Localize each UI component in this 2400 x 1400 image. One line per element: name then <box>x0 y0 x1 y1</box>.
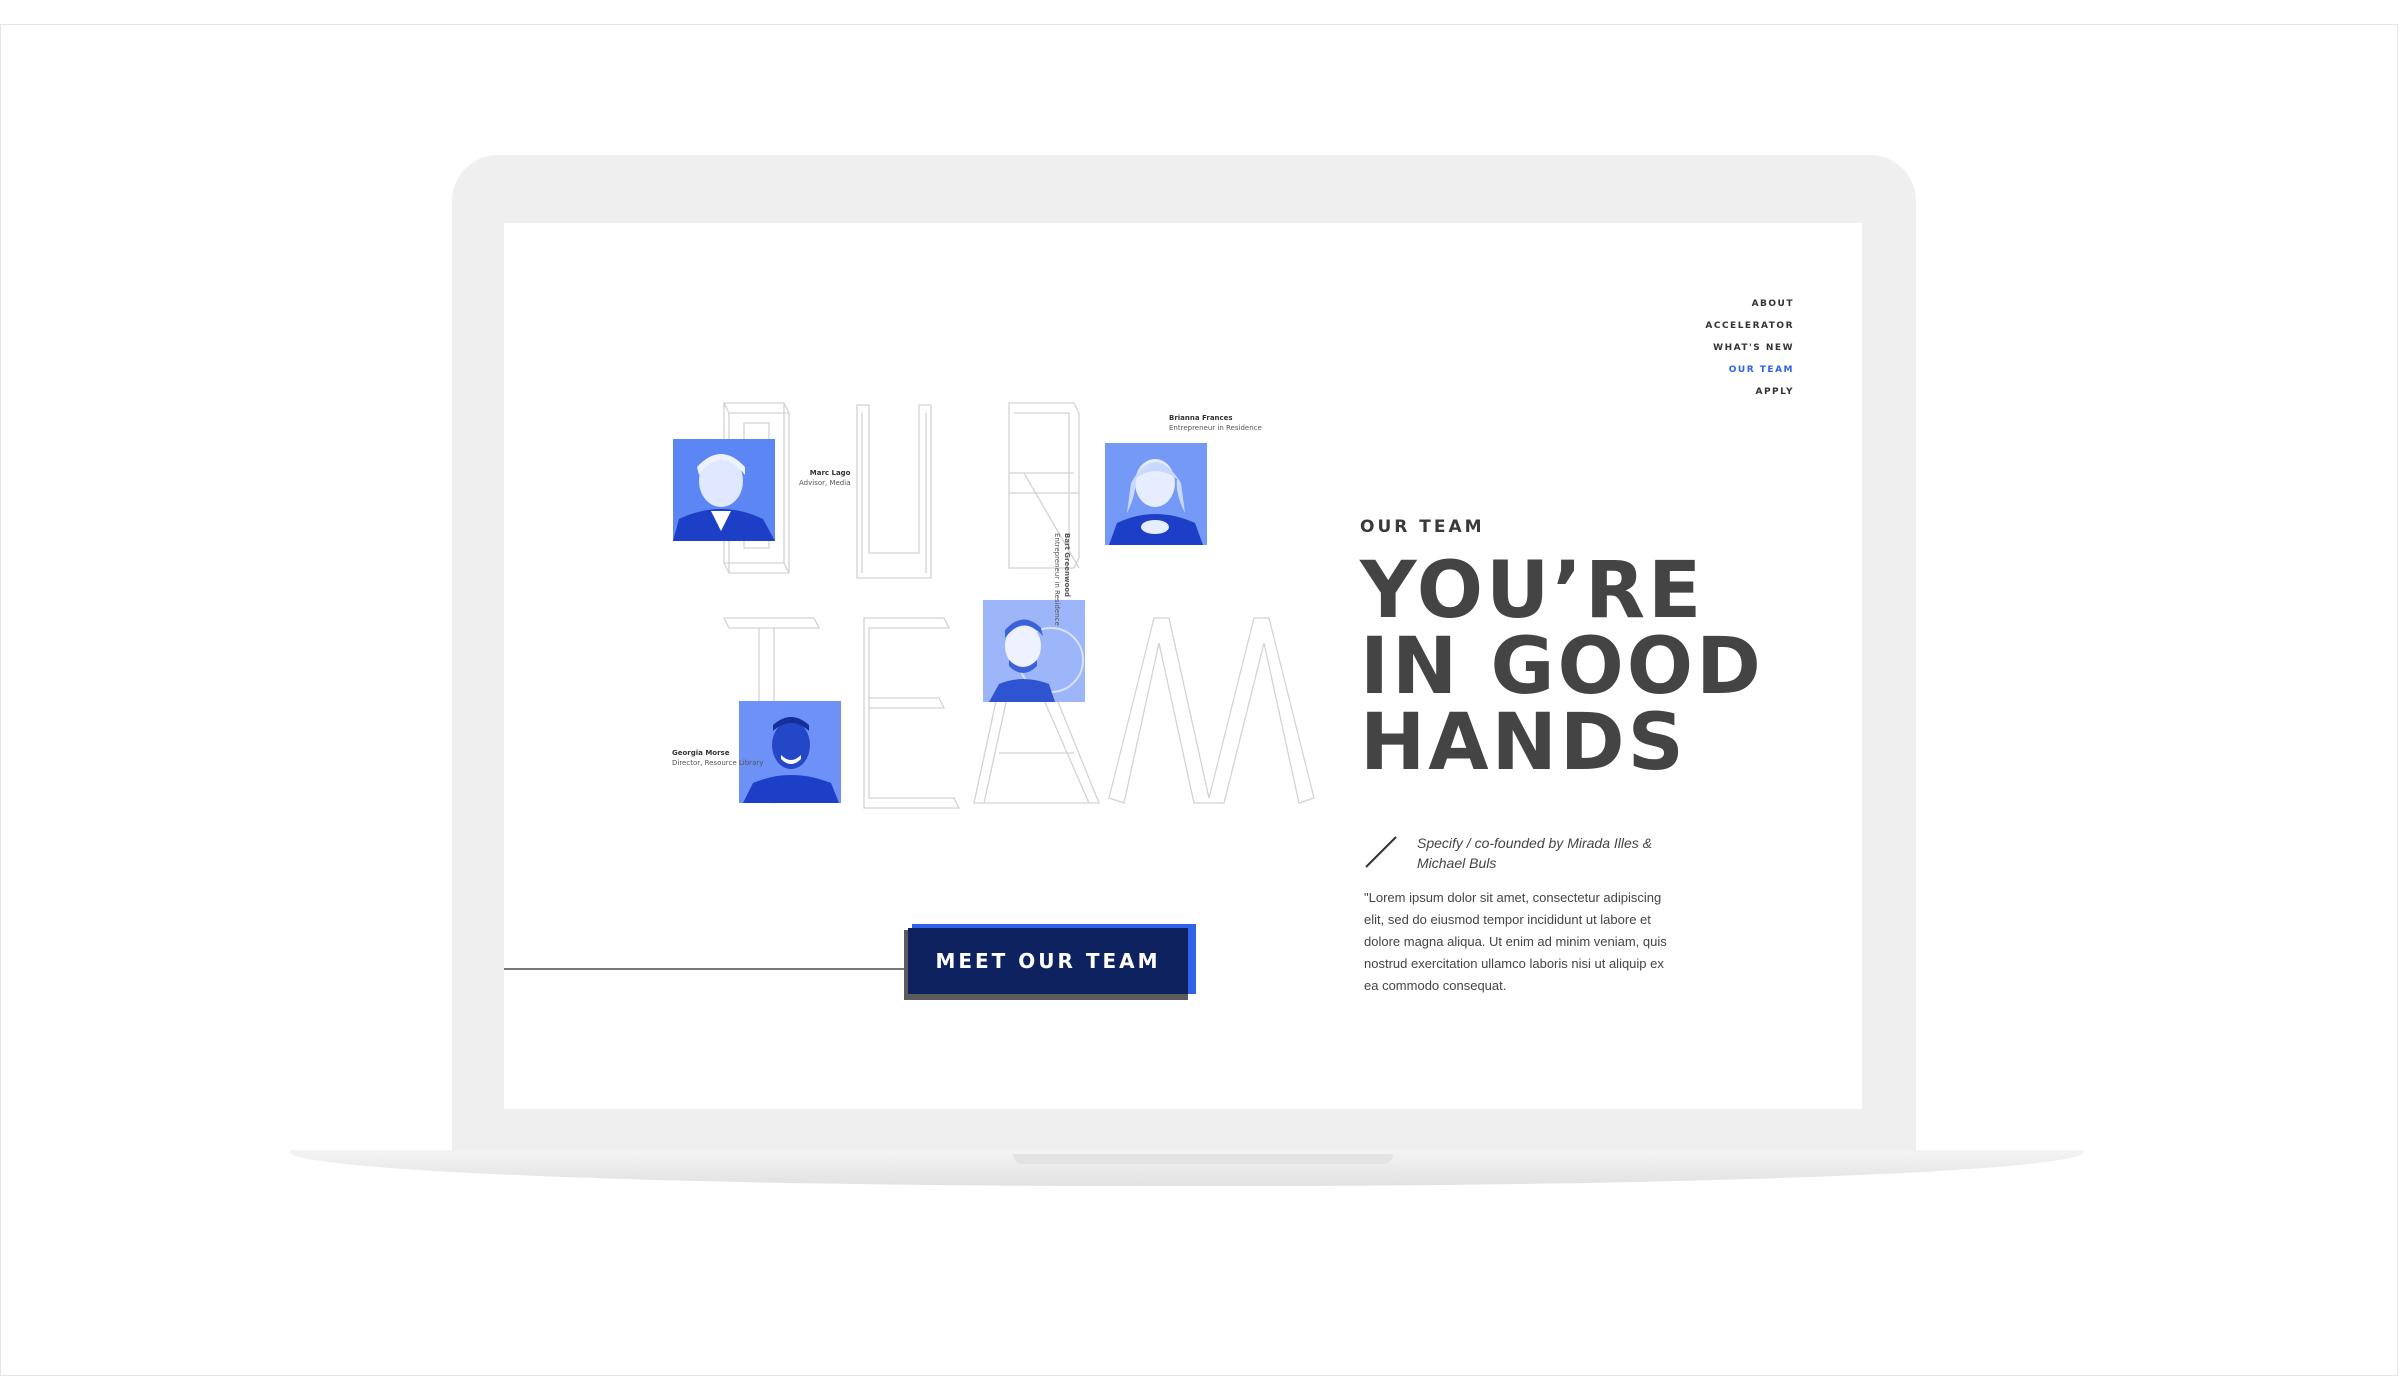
page-title: YOU’RE IN GOOD HANDS <box>1360 546 1764 788</box>
name-marc-lago: Marc Lago <box>809 469 851 477</box>
section-eyebrow: OUR TEAM <box>1360 517 1485 537</box>
caption-brianna-frances: Brianna Frances Entrepreneur in Residenc… <box>1169 413 1262 433</box>
name-brianna-frances: Brianna Frances <box>1169 414 1233 422</box>
name-georgia-morse: Georgia Morse <box>672 749 730 757</box>
role-brianna-frances: Entrepreneur in Residence <box>1169 424 1262 432</box>
name-bart-greenwood: Bart Greenwood <box>1063 533 1071 598</box>
role-marc-lago: Advisor, Media <box>799 479 851 487</box>
caption-bart-greenwood: Bart Greenwood Entrepreneur in Residence <box>1052 533 1072 626</box>
slash-icon <box>1365 836 1397 868</box>
byline: Specify / co-founded by Mirada Illes & M… <box>1417 835 1653 871</box>
portrait-brianna-frances <box>1105 443 1207 545</box>
role-georgia-morse: Director, Resource Library <box>672 759 764 767</box>
caption-marc-lago: Marc Lago Advisor, Media <box>799 468 850 488</box>
website-screen: ABOUT ACCELERATOR WHAT'S NEW OUR TEAM AP… <box>504 223 1862 1109</box>
role-bart-greenwood: Entrepreneur in Residence <box>1053 533 1061 626</box>
body-text: "Lorem ipsum dolor sit amet, consectetur… <box>1364 890 1667 993</box>
laptop-notch <box>1013 1154 1393 1164</box>
portrait-marc-lago <box>673 439 775 541</box>
meet-our-team-button[interactable]: MEET OUR TEAM <box>908 928 1188 994</box>
horizontal-rule <box>504 968 908 970</box>
caption-georgia-morse: Georgia Morse Director, Resource Library <box>672 748 763 768</box>
